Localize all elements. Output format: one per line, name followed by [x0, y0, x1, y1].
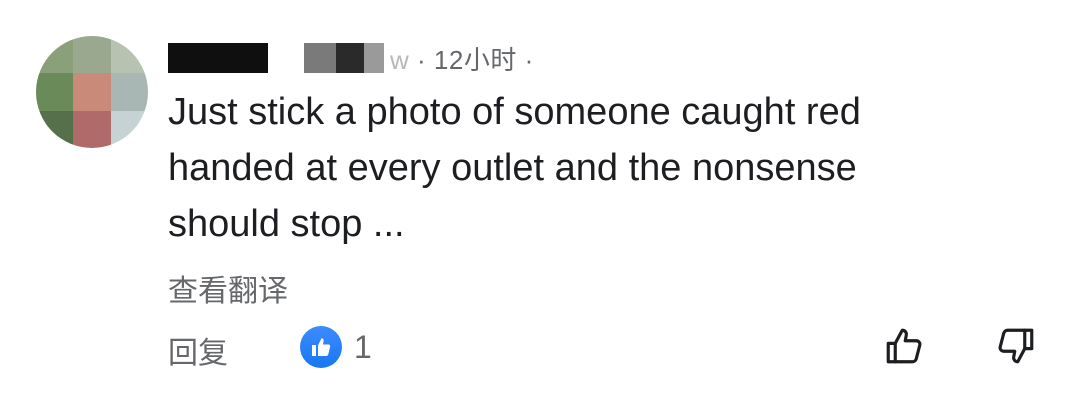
- comment-line: should stop ...: [168, 203, 405, 245]
- thumbs-up-outline-icon: [886, 328, 922, 364]
- avatar-tile: [36, 73, 74, 111]
- reply-button[interactable]: 回复: [168, 328, 228, 372]
- thumbs-up-icon: [300, 326, 342, 368]
- avatar[interactable]: [36, 36, 148, 148]
- like-count: 1: [354, 328, 372, 365]
- avatar-tile: [73, 110, 111, 148]
- comment-line: handed at every outlet and the nonsense: [168, 147, 857, 189]
- comment-header: w · 12小时 ·: [168, 36, 534, 80]
- comment-meta: w · 12小时 ·: [390, 40, 534, 77]
- partial-name-char: w: [390, 44, 410, 75]
- redacted-author-name[interactable]: [168, 43, 268, 73]
- upvote-button[interactable]: [880, 322, 928, 370]
- reaction-summary[interactable]: 1: [300, 326, 372, 368]
- comment-line: Just stick a photo of someone caught red: [168, 91, 861, 133]
- avatar-tile: [36, 36, 74, 74]
- see-translation-link[interactable]: 查看翻译: [168, 266, 288, 310]
- avatar-tile: [110, 36, 148, 74]
- avatar-tile: [36, 110, 74, 148]
- comment-timestamp[interactable]: 12小时: [434, 45, 517, 75]
- redacted-author-name-part[interactable]: [304, 43, 384, 73]
- avatar-tile: [110, 110, 148, 148]
- meta-separator: ·: [417, 44, 427, 75]
- avatar-tile: [110, 73, 148, 111]
- avatar-tile: [73, 73, 111, 111]
- avatar-tile: [73, 36, 111, 74]
- comment-body: Just stick a photo of someone caught red…: [168, 84, 1028, 252]
- downvote-button[interactable]: [992, 322, 1040, 370]
- comment-actions: 回复 1: [168, 322, 1048, 372]
- meta-trailing-dot: ·: [524, 44, 534, 75]
- thumbs-down-outline-icon: [998, 328, 1034, 364]
